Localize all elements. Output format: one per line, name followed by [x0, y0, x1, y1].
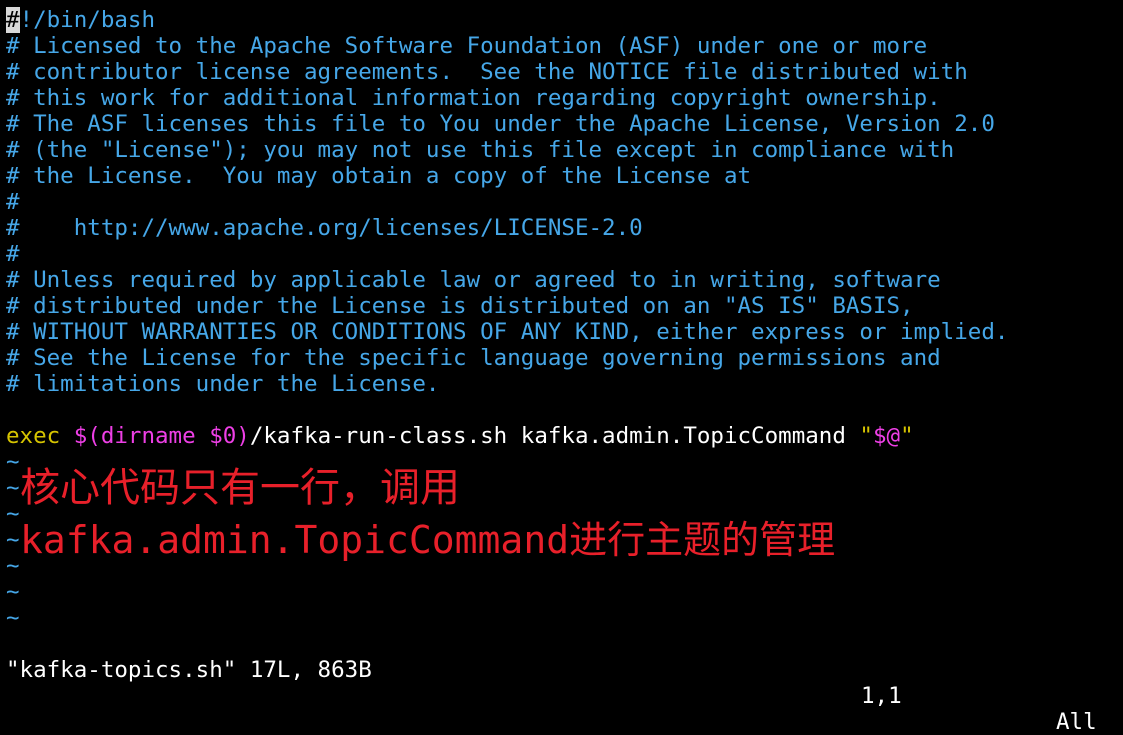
exec-keyword: exec	[6, 423, 61, 449]
shebang-text: !/bin/bash	[19, 7, 156, 33]
quote-open: "	[859, 423, 873, 449]
annotation-line: kafka.admin.TopicCommand进行主题的管理	[20, 518, 836, 562]
shebang-line: #!/bin/bash	[6, 7, 1123, 33]
empty-line-tilde: ~	[6, 605, 20, 631]
comment-line: # See the License for the specific langu…	[6, 345, 941, 371]
vim-status-bar: "kafka-topics.sh" 17L, 863B 1,1 All	[6, 631, 1123, 735]
comment-line: # The ASF licenses this file to You unde…	[6, 111, 995, 137]
comment-line: #	[6, 241, 20, 267]
empty-line-tilde: ~	[6, 579, 20, 605]
comment-line: # this work for additional information r…	[6, 85, 941, 111]
comment-line: # Unless required by applicable law or a…	[6, 267, 941, 293]
cursor-position: 1,1	[861, 683, 902, 709]
exec-path: /kafka-run-class.sh kafka.admin.TopicCom…	[249, 423, 860, 449]
annotation-line: 核心代码只有一行，调用	[20, 465, 460, 511]
comment-line: # WITHOUT WARRANTIES OR CONDITIONS OF AN…	[6, 319, 1009, 345]
comment-line: # the License. You may obtain a copy of …	[6, 163, 752, 189]
comment-line: # contributor license agreements. See th…	[6, 59, 968, 85]
comment-line: # Licensed to the Apache Software Founda…	[6, 33, 928, 59]
cursor: #	[6, 7, 20, 33]
quote-close: "	[900, 423, 914, 449]
comment-line: # limitations under the License.	[6, 371, 440, 397]
comment-line: #	[6, 189, 20, 215]
annotation-overlay: 核心代码只有一行，调用 kafka.admin.TopicCommand进行主题…	[20, 462, 835, 566]
scroll-indicator: All	[1056, 709, 1097, 735]
comment-line: # distributed under the License is distr…	[6, 293, 914, 319]
exec-line: exec $(dirname $0)/kafka-run-class.sh ka…	[6, 423, 1123, 449]
dirname-substitution: $(dirname $0)	[73, 423, 250, 449]
exec-args: $@	[872, 423, 901, 449]
comment-line: # (the "License"); you may not use this …	[6, 137, 955, 163]
comment-line: # http://www.apache.org/licenses/LICENSE…	[6, 215, 643, 241]
file-info: "kafka-topics.sh" 17L, 863B	[6, 657, 372, 683]
